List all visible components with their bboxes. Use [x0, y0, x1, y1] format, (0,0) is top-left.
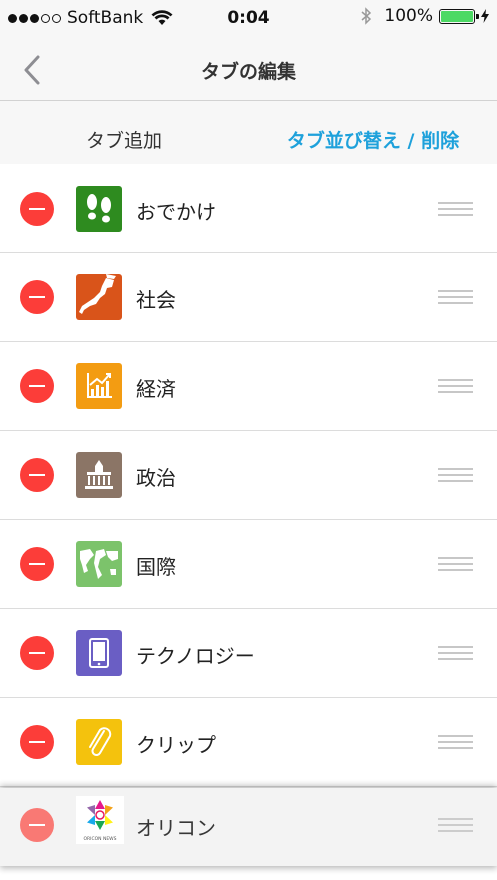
item-label: オリコン: [136, 816, 216, 840]
list-item: テクノロジー: [0, 609, 497, 698]
item-label: 社会: [136, 288, 176, 312]
battery-icon: [439, 8, 479, 24]
charging-icon: [481, 9, 489, 23]
tab-add-label: タブ追加: [85, 129, 162, 152]
drag-handle-icon[interactable]: [438, 557, 473, 571]
list-item: おでかけ: [0, 164, 497, 253]
japan-map-icon: [76, 274, 122, 320]
bluetooth-icon: [361, 7, 372, 25]
drag-handle-icon[interactable]: [438, 646, 473, 660]
drag-handle-icon[interactable]: [438, 468, 473, 482]
paperclip-icon: [76, 719, 122, 765]
tab-sort-delete-label: タブ並び替え / 削除: [286, 129, 460, 152]
battery-fill: [441, 10, 473, 22]
delete-button[interactable]: [20, 808, 54, 842]
status-right: 100%: [361, 6, 489, 26]
list-item: クリップ: [0, 698, 497, 787]
item-label: テクノロジー: [136, 644, 255, 668]
drag-handle-icon[interactable]: [438, 379, 473, 393]
delete-button[interactable]: [20, 547, 54, 581]
drag-handle-icon[interactable]: [438, 735, 473, 749]
battery-percent: 100%: [384, 6, 433, 26]
delete-button[interactable]: [20, 636, 54, 670]
delete-button[interactable]: [20, 725, 54, 759]
list-item: 国際: [0, 520, 497, 609]
delete-button[interactable]: [20, 369, 54, 403]
item-label: 経済: [136, 377, 176, 401]
list-item: 社会: [0, 253, 497, 342]
status-bar: SoftBank 0:04 100%: [0, 0, 497, 40]
drag-handle-icon[interactable]: [438, 290, 473, 304]
world-map-icon: [76, 541, 122, 587]
list-item: 経済: [0, 342, 497, 431]
list-item: 政治: [0, 431, 497, 520]
item-label: 国際: [136, 555, 176, 579]
footprints-icon: [76, 186, 122, 232]
item-label: 政治: [136, 466, 176, 490]
growth-chart-icon: [76, 363, 122, 409]
drag-handle-icon[interactable]: [438, 818, 473, 832]
tablet-icon: [76, 630, 122, 676]
drag-handle-icon[interactable]: [438, 202, 473, 216]
diet-building-icon: [76, 452, 122, 498]
list-item-dragging[interactable]: ORICON NEWS オリコン: [0, 788, 497, 866]
oricon-news-logo: ORICON NEWS: [76, 796, 124, 844]
delete-button[interactable]: [20, 458, 54, 492]
nav-bar: タブの編集: [0, 40, 497, 101]
delete-button[interactable]: [20, 192, 54, 226]
oricon-logo-text: ORICON NEWS: [84, 836, 117, 842]
item-label: おでかけ: [136, 200, 216, 224]
item-label: クリップ: [136, 733, 216, 757]
page-title: タブの編集: [200, 61, 296, 83]
delete-button[interactable]: [20, 280, 54, 314]
